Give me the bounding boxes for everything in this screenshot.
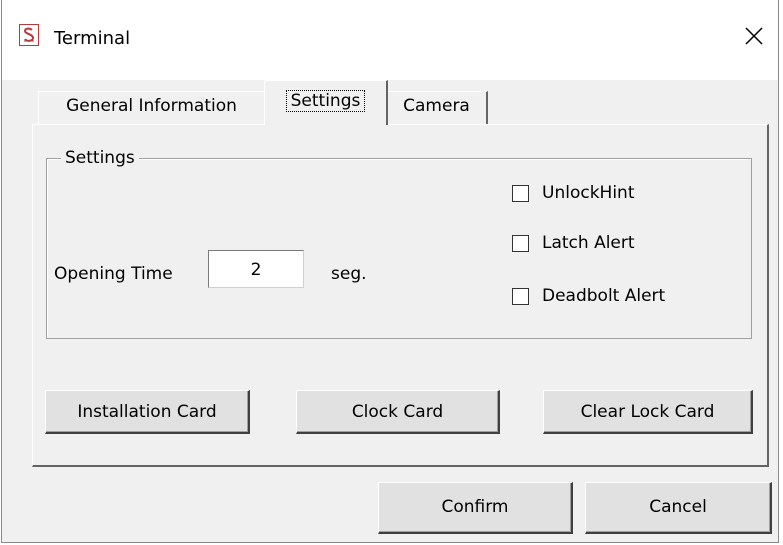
unlock-hint-label: UnlockHint	[542, 183, 635, 203]
unlock-hint-checkbox-row[interactable]: UnlockHint	[512, 183, 634, 203]
tab-general-information[interactable]: General Information	[38, 91, 266, 124]
settings-groupbox: Settings Opening Time 2 seg. UnlockHint …	[46, 148, 752, 339]
tab-camera[interactable]: Camera	[386, 91, 488, 124]
deadbolt-alert-checkbox-row[interactable]: Deadbolt Alert	[512, 286, 665, 306]
installation-card-button[interactable]: Installation Card	[45, 390, 250, 434]
cancel-button[interactable]: Cancel	[585, 482, 772, 534]
latch-alert-checkbox-row[interactable]: Latch Alert	[512, 233, 635, 253]
tab-label: Settings	[285, 90, 366, 112]
opening-time-unit: seg.	[331, 264, 367, 284]
deadbolt-alert-label: Deadbolt Alert	[542, 286, 666, 306]
clock-card-button[interactable]: Clock Card	[296, 390, 500, 434]
confirm-button[interactable]: Confirm	[378, 482, 573, 534]
opening-time-input[interactable]: 2	[208, 250, 304, 288]
title-bar[interactable]: Terminal	[2, 0, 778, 80]
tab-label: General Information	[66, 96, 237, 116]
unlock-hint-checkbox[interactable]	[512, 184, 529, 202]
tab-label: Camera	[403, 96, 470, 116]
latch-alert-label: Latch Alert	[542, 233, 635, 253]
opening-time-label: Opening Time	[54, 264, 173, 284]
clear-lock-card-button[interactable]: Clear Lock Card	[543, 390, 753, 434]
terminal-dialog: Terminal General Information Camera Sett…	[1, 0, 779, 543]
app-logo-icon	[19, 24, 39, 46]
deadbolt-alert-checkbox[interactable]	[512, 287, 529, 305]
close-icon[interactable]	[740, 22, 768, 50]
window-title: Terminal	[54, 28, 131, 49]
groupbox-legend: Settings	[61, 148, 139, 168]
latch-alert-checkbox[interactable]	[512, 234, 529, 252]
settings-tab-panel: Settings Opening Time 2 seg. UnlockHint …	[32, 124, 769, 467]
tab-settings[interactable]: Settings	[264, 80, 388, 125]
